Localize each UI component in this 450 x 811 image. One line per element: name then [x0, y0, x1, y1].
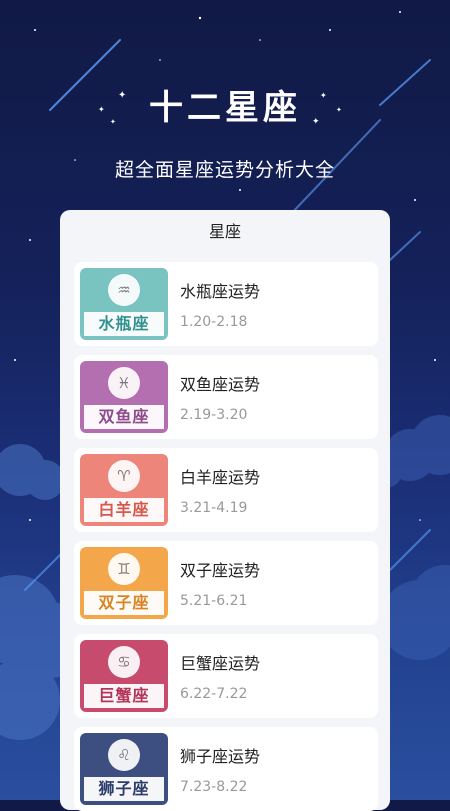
zodiac-date-range: 6.22-7.22 [180, 686, 248, 702]
panel-title: 星座 [208, 222, 241, 241]
zodiac-date-range: 2.19-3.20 [180, 407, 248, 423]
zodiac-date-range: 1.20-2.18 [180, 314, 248, 330]
zodiac-item-cancer[interactable]: ♋ 巨蟹座 巨蟹座运势 6.22-7.22 [74, 634, 378, 718]
zodiac-thumbnail: ♓ 双鱼座 [80, 361, 168, 433]
zodiac-item-aquarius[interactable]: ♒ 水瓶座 水瓶座运势 1.20-2.18 [74, 262, 378, 346]
gemini-icon: ♊ [117, 560, 131, 578]
zodiac-thumbnail-label: 巨蟹座 [98, 686, 150, 705]
zodiac-thumbnail-label: 狮子座 [98, 779, 150, 798]
zodiac-thumbnail: ♌ 狮子座 [80, 733, 168, 805]
aquarius-icon: ♒ [117, 281, 131, 299]
zodiac-panel: 星座 ♒ 水瓶座 水瓶座运势 1.20-2.18 ♓ 双鱼座 双鱼座运势 2.1… [60, 210, 390, 811]
zodiac-date-range: 7.23-8.22 [180, 779, 248, 795]
zodiac-thumbnail: ♋ 巨蟹座 [80, 640, 168, 712]
zodiac-item-leo[interactable]: ♌ 狮子座 狮子座运势 7.23-8.22 [74, 727, 378, 811]
zodiac-thumbnail: ♈ 白羊座 [80, 454, 168, 526]
cancer-icon: ♋ [117, 653, 131, 671]
page-title: 十二星座 [149, 88, 301, 128]
zodiac-item-pisces[interactable]: ♓ 双鱼座 双鱼座运势 2.19-3.20 [74, 355, 378, 439]
app-header: 十二星座 超全面星座运势分析大全 [0, 80, 450, 182]
zodiac-thumbnail: ♒ 水瓶座 [80, 268, 168, 340]
zodiac-item-gemini[interactable]: ♊ 双子座 双子座运势 5.21-6.21 [74, 541, 378, 625]
zodiac-name: 白羊座运势 [180, 468, 261, 487]
zodiac-date-range: 3.21-4.19 [180, 500, 248, 516]
aries-icon: ♈ [117, 467, 131, 485]
zodiac-name: 双子座运势 [180, 561, 261, 580]
zodiac-thumbnail-label: 白羊座 [98, 500, 150, 519]
zodiac-name: 狮子座运势 [180, 747, 261, 766]
page-subtitle: 超全面星座运势分析大全 [114, 159, 335, 181]
pisces-icon: ♓ [117, 374, 131, 392]
zodiac-name: 双鱼座运势 [180, 375, 261, 394]
zodiac-thumbnail-label: 双子座 [98, 593, 150, 612]
zodiac-item-aries[interactable]: ♈ 白羊座 白羊座运势 3.21-4.19 [74, 448, 378, 532]
leo-icon: ♌ [117, 746, 131, 764]
zodiac-date-range: 5.21-6.21 [180, 593, 248, 609]
zodiac-thumbnail: ♊ 双子座 [80, 547, 168, 619]
zodiac-name: 巨蟹座运势 [180, 654, 261, 673]
zodiac-thumbnail-label: 双鱼座 [98, 407, 150, 426]
zodiac-thumbnail-label: 水瓶座 [98, 314, 150, 333]
zodiac-name: 水瓶座运势 [180, 282, 261, 301]
